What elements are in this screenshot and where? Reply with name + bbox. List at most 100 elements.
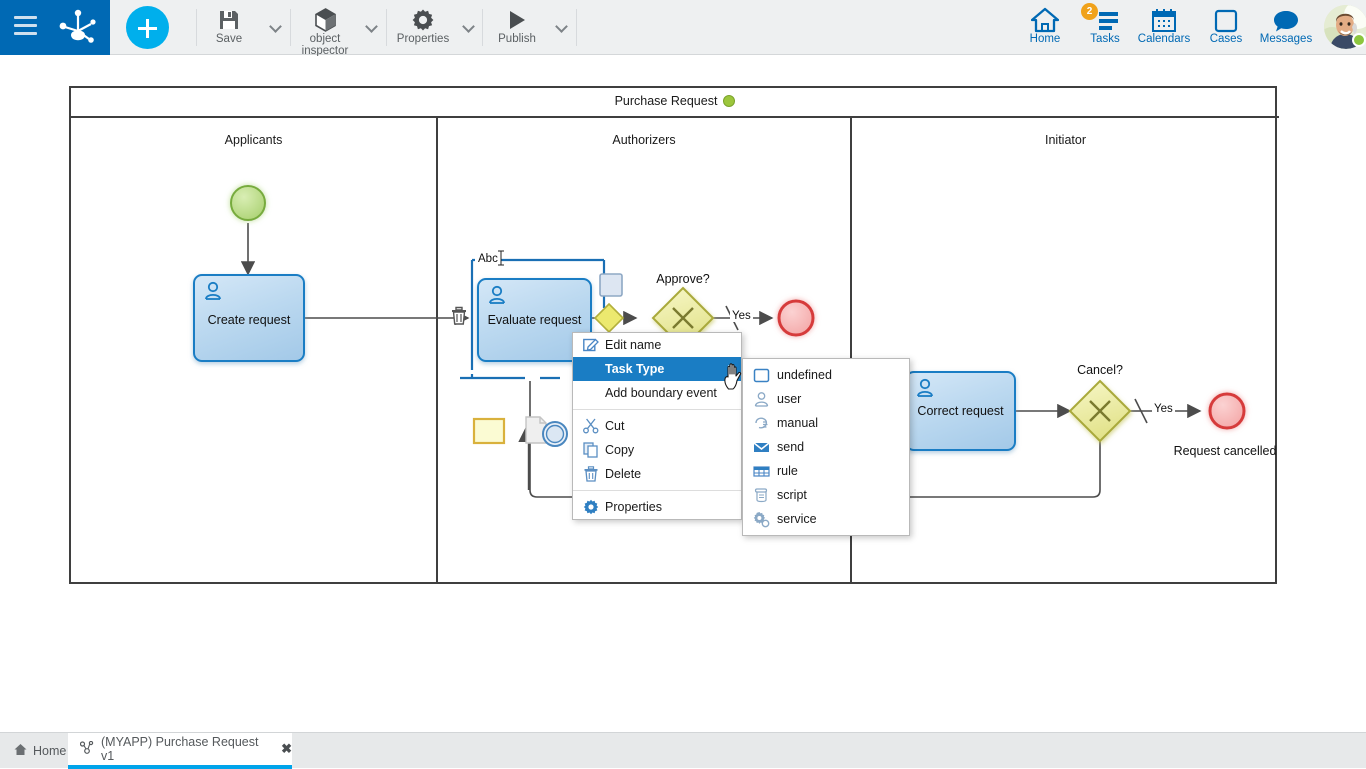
edge-label-yes-approve: Yes	[730, 310, 753, 322]
menu-item-copy[interactable]: Copy	[573, 438, 741, 462]
menu-item-edit-name[interactable]: Edit name	[573, 333, 741, 357]
process-icon	[80, 741, 94, 757]
save-caret-icon[interactable]	[268, 18, 284, 34]
submenu-item-label: rule	[777, 464, 798, 478]
object-inspector-button[interactable]: object inspector	[296, 2, 354, 53]
submenu-item-script[interactable]: script	[743, 483, 909, 507]
bottom-tab-bar: Home (MYAPP) Purchase Request v1 ✖	[0, 732, 1366, 768]
submenu-item-service[interactable]: service	[743, 507, 909, 531]
submenu-item-undefined[interactable]: undefined	[743, 363, 909, 387]
case-square-icon	[1196, 3, 1256, 33]
toolbar-separator	[482, 9, 483, 46]
submenu-item-label: service	[777, 512, 817, 526]
menu-item-label: Task Type	[605, 362, 664, 376]
publish-caret-icon[interactable]	[554, 18, 570, 34]
add-new-button[interactable]	[126, 6, 169, 49]
context-menu[interactable]: Edit name Task Type Add boundary event C…	[572, 332, 742, 520]
text-caret-icon	[498, 250, 504, 266]
user-task-icon	[203, 281, 223, 306]
gateway-label-approve: Approve?	[623, 272, 743, 286]
tab-purchase-request-label: (MYAPP) Purchase Request v1	[101, 735, 273, 763]
nav-tasks-button[interactable]: 2 Tasks	[1075, 3, 1135, 53]
menu-item-task-type[interactable]: Task Type	[573, 357, 741, 381]
annotation-text[interactable]: Abc	[475, 253, 501, 265]
toolbar-separator	[576, 9, 577, 46]
task-label: Correct request	[907, 404, 1014, 418]
user-task-icon	[487, 285, 507, 310]
hamburger-icon[interactable]	[14, 16, 37, 35]
lane-divider	[436, 118, 438, 584]
gear-icon	[392, 6, 454, 33]
pool-status-dot	[723, 95, 735, 107]
nav-home-label: Home	[1015, 33, 1075, 45]
toolbar-separator	[196, 9, 197, 46]
nav-calendars-label: Calendars	[1133, 33, 1195, 45]
tab-purchase-request[interactable]: (MYAPP) Purchase Request v1 ✖	[68, 733, 292, 769]
menu-item-label: Cut	[605, 419, 624, 433]
tab-close-icon[interactable]: ✖	[281, 741, 292, 757]
calendar-icon	[1133, 3, 1195, 33]
gateway-label-cancel: Cancel?	[1040, 363, 1160, 377]
object-inspector-caret-icon[interactable]	[364, 18, 380, 34]
tab-home[interactable]: Home	[0, 733, 68, 769]
nav-cases-label: Cases	[1196, 33, 1256, 45]
menu-item-label: Copy	[605, 443, 634, 457]
menu-item-cut[interactable]: Cut	[573, 414, 741, 438]
empty-square-icon	[753, 367, 770, 384]
save-button[interactable]: Save	[204, 2, 254, 53]
object-inspector-label: object inspector	[296, 33, 354, 57]
publish-label: Publish	[489, 33, 545, 45]
app-logo-icon[interactable]	[58, 9, 98, 47]
tasks-badge: 2	[1081, 3, 1098, 20]
script-scroll-icon	[753, 487, 770, 504]
lane-label-authorizers: Authorizers	[438, 133, 850, 147]
nav-calendars-button[interactable]: Calendars	[1133, 3, 1195, 53]
nav-cases-button[interactable]: Cases	[1196, 3, 1256, 53]
submenu-item-label: script	[777, 488, 807, 502]
brand-block	[0, 0, 110, 55]
publish-button[interactable]: Publish	[489, 2, 545, 53]
task-correct-request[interactable]: Correct request	[905, 371, 1016, 451]
nav-home-button[interactable]: Home	[1015, 3, 1075, 53]
menu-divider	[573, 409, 741, 410]
submenu-item-label: user	[777, 392, 801, 406]
submenu-item-label: send	[777, 440, 804, 454]
menu-item-label: Delete	[605, 467, 641, 481]
trash-icon	[583, 466, 599, 482]
copy-icon	[583, 442, 599, 458]
submenu-item-manual[interactable]: manual	[743, 411, 909, 435]
home-small-icon	[14, 743, 27, 759]
toolbar-separator	[290, 9, 291, 46]
tab-home-label: Home	[33, 744, 66, 758]
properties-caret-icon[interactable]	[461, 18, 477, 34]
task-create-request[interactable]: Create request	[193, 274, 305, 362]
nav-messages-button[interactable]: Messages	[1253, 3, 1319, 53]
properties-label: Properties	[392, 33, 454, 45]
submenu-item-label: undefined	[777, 368, 832, 382]
cube-icon	[296, 6, 354, 33]
scissors-icon	[583, 418, 599, 434]
menu-item-label: Edit name	[605, 338, 661, 352]
chevron-right-icon	[728, 365, 733, 373]
save-label: Save	[204, 33, 254, 45]
gear-icon	[583, 499, 599, 515]
menu-item-delete[interactable]: Delete	[573, 462, 741, 486]
user-task-icon	[915, 378, 935, 403]
task-label: Evaluate request	[479, 313, 590, 327]
properties-button[interactable]: Properties	[392, 2, 454, 53]
toolbar-separator	[386, 9, 387, 46]
chat-bubble-icon	[1253, 3, 1319, 33]
submenu-item-user[interactable]: user	[743, 387, 909, 411]
pool-title-text: Purchase Request	[615, 94, 718, 108]
submenu-item-rule[interactable]: rule	[743, 459, 909, 483]
submenu-item-send[interactable]: send	[743, 435, 909, 459]
pool-title: Purchase Request	[71, 94, 1279, 108]
menu-item-label: Properties	[605, 500, 662, 514]
menu-item-add-boundary-event[interactable]: Add boundary event	[573, 381, 741, 405]
lane-label-initiator: Initiator	[852, 133, 1279, 147]
menu-item-properties[interactable]: Properties	[573, 495, 741, 519]
menu-item-label: Add boundary event	[605, 386, 717, 400]
edit-pencil-icon	[583, 337, 599, 353]
end-event-label-request-cancelled: Request cancelled	[1145, 444, 1305, 458]
task-type-submenu[interactable]: undefined user manual send	[742, 358, 910, 536]
